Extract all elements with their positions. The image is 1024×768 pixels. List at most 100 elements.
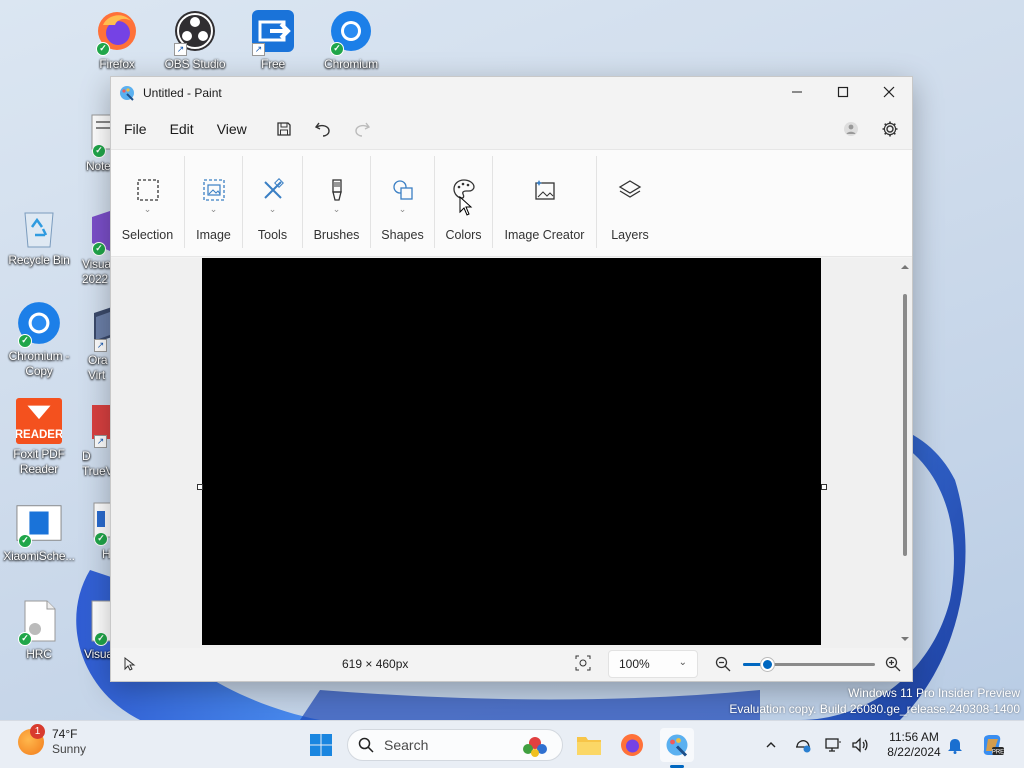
search-icon — [358, 737, 374, 753]
fit-to-window-button[interactable] — [575, 655, 591, 674]
resize-handle-left[interactable] — [197, 484, 203, 490]
redo-button[interactable] — [346, 114, 378, 144]
zoom-dropdown[interactable]: 100% ⌄ — [608, 650, 698, 678]
title-bar[interactable]: Untitled - Paint — [111, 77, 912, 109]
weather-widget[interactable]: 1 74°F Sunny — [18, 724, 86, 757]
free-download-icon: ↗ — [250, 8, 296, 56]
desktop-icon-visual[interactable]: ✓ Visua — [82, 598, 112, 662]
menu-file[interactable]: File — [115, 115, 156, 143]
account-icon — [844, 122, 858, 136]
desktop-icon-xiaomi[interactable]: ✓ XiaomiSche... — [0, 500, 78, 564]
display-icon — [825, 738, 841, 752]
desktop-icon-obs[interactable]: ↗ OBS Studio — [156, 8, 234, 72]
ribbon: ⌄ Selection ⌄ Image ⌄ Tools ⌄ Brushes ⌄ … — [111, 149, 912, 257]
desktop-icon-hrc[interactable]: ✓ HRC — [0, 598, 78, 662]
ribbon-group-selection[interactable]: ⌄ Selection — [111, 156, 185, 248]
h-app-icon: ✓ — [82, 498, 112, 546]
desktop-icon-visual-studio[interactable]: ✓ Visua 2022 — [80, 208, 112, 287]
paint-window[interactable]: Untitled - Paint File Edit View ⌄ Select… — [110, 76, 913, 682]
chevron-down-icon: ⌄ — [332, 204, 341, 214]
zoom-slider[interactable] — [743, 658, 875, 671]
search-placeholder: Search — [384, 737, 429, 753]
ribbon-group-colors[interactable]: Colors — [435, 156, 493, 248]
account-button[interactable] — [835, 114, 867, 144]
weather-temperature: 74°F — [52, 727, 78, 741]
scrollbar-thumb[interactable] — [903, 294, 907, 556]
drawing-canvas[interactable] — [202, 258, 821, 645]
desktop-icon-oracle-virtualbox[interactable]: ↗ Ora Virt — [82, 304, 112, 383]
taskbar-clock[interactable]: 11:56 AM 8/22/2024 — [880, 730, 948, 760]
taskbar-paint[interactable] — [660, 728, 694, 762]
gear-icon — [882, 121, 898, 137]
visual-file-icon: ✓ — [82, 598, 112, 646]
zoom-out-icon — [715, 656, 731, 672]
zoom-in-icon — [885, 656, 901, 672]
firefox-icon: ✓ — [94, 8, 140, 56]
canvas-size-label: 619 × 460px — [342, 657, 409, 671]
notifications-button[interactable] — [940, 728, 970, 762]
desktop-icon-recycle-bin[interactable]: Recycle Bin — [0, 204, 78, 268]
sync-icon — [796, 740, 811, 753]
zoom-in-button[interactable] — [885, 656, 901, 675]
desktop-icon-notepad[interactable]: ✓ Note — [82, 110, 112, 174]
minimize-button[interactable] — [774, 77, 820, 107]
ribbon-group-tools[interactable]: ⌄ Tools — [243, 156, 303, 248]
desktop-icon-h[interactable]: ✓ H — [82, 498, 112, 562]
zoom-out-button[interactable] — [715, 656, 731, 675]
tray-network-sync-icon[interactable] — [788, 728, 818, 762]
menu-edit[interactable]: Edit — [161, 115, 203, 143]
svg-text:READER: READER — [16, 429, 62, 441]
canvas-area[interactable] — [111, 258, 912, 648]
image-creator-icon — [534, 180, 555, 200]
ribbon-group-layers[interactable]: Layers — [597, 156, 663, 248]
close-button[interactable] — [866, 77, 912, 107]
copilot-icon: PRE — [983, 735, 1004, 756]
chevron-down-icon: ⌄ — [268, 204, 277, 214]
tray-display-icon[interactable] — [818, 728, 848, 762]
ribbon-group-image[interactable]: ⌄ Image — [185, 156, 243, 248]
menu-view[interactable]: View — [208, 115, 256, 143]
close-icon — [883, 86, 895, 98]
chromium-copy-icon: ✓ — [16, 300, 62, 348]
vertical-scrollbar[interactable] — [898, 258, 912, 644]
search-highlight-icon — [523, 737, 547, 757]
menu-bar: File Edit View — [111, 109, 912, 149]
hrc-file-icon: ✓ — [16, 598, 62, 646]
desktop-icon-chromium-copy[interactable]: ✓ Chromium - Copy — [0, 300, 78, 379]
show-hidden-icons-button[interactable] — [756, 728, 786, 762]
ribbon-group-shapes[interactable]: ⌄ Shapes — [371, 156, 435, 248]
layers-icon — [618, 180, 642, 198]
image-icon — [202, 179, 225, 201]
bell-icon — [948, 739, 962, 754]
settings-button[interactable] — [874, 114, 906, 144]
recycle-bin-icon — [16, 204, 62, 250]
ribbon-group-image-creator[interactable]: Image Creator — [493, 156, 597, 248]
desktop-icon-firefox[interactable]: ✓ Firefox — [78, 8, 156, 72]
desktop-icon-free[interactable]: ↗ Free — [234, 8, 312, 72]
undo-icon — [314, 122, 330, 137]
ribbon-group-brushes[interactable]: ⌄ Brushes — [303, 156, 371, 248]
zoom-slider-knob[interactable] — [760, 658, 774, 671]
chromium-icon: ✓ — [328, 8, 374, 56]
taskbar-search[interactable]: Search — [347, 729, 563, 761]
truevision-icon: ↗ — [82, 400, 112, 448]
fit-to-window-icon — [575, 655, 591, 671]
taskbar-file-explorer[interactable] — [572, 728, 606, 762]
desktop-icon-foxit-reader[interactable]: READER Foxit PDF Reader — [0, 398, 78, 477]
copilot-button[interactable]: PRE — [975, 728, 1009, 762]
undo-button[interactable] — [307, 114, 339, 144]
maximize-icon — [837, 86, 849, 98]
start-button[interactable] — [304, 728, 338, 762]
taskbar-firefox[interactable] — [615, 728, 649, 762]
save-button[interactable] — [268, 114, 300, 144]
desktop-icon-chromium[interactable]: ✓ Chromium — [312, 8, 390, 72]
minimize-icon — [792, 91, 802, 93]
maximize-button[interactable] — [820, 77, 866, 107]
evaluation-watermark: Windows 11 Pro Insider Preview Evaluatio… — [729, 686, 1020, 716]
chevron-down-icon: ⌄ — [209, 204, 218, 214]
folder-icon — [577, 737, 601, 755]
tray-volume-icon[interactable] — [845, 728, 875, 762]
taskbar: 1 74°F Sunny Search 11:56 AM 8/22/2024 P… — [0, 720, 1024, 768]
desktop-icon-truevision[interactable]: ↗ D TrueV — [82, 400, 112, 479]
resize-handle-right[interactable] — [821, 484, 827, 490]
